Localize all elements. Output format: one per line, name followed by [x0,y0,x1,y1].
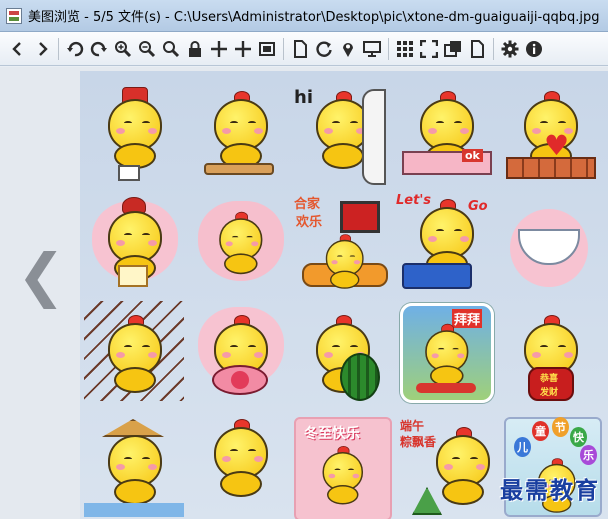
chick-figure [318,446,366,506]
balloon-label-4: 快 [570,427,587,447]
scooter-prop [416,383,476,393]
balloon-label-1: 儿 [514,437,531,457]
chick-figure [102,435,166,507]
refresh-icon[interactable] [312,36,336,62]
sticker-duanwu-chick: 端午 粽飘香 [396,413,501,519]
watermark-text: 最需教育 [500,477,600,504]
prev-arrow-icon[interactable] [6,36,30,62]
gongxi-label-2: 发财 [540,388,559,398]
toolbar-divider [58,37,59,60]
sticker-rice-bowl [500,189,605,299]
duanwu-label-1: 端午 [400,419,425,433]
chick-figure [214,211,265,276]
sign-prop [118,265,148,287]
sticker-hi-chick: hi [292,77,397,187]
baibai-label: 拜拜 [452,309,483,328]
sticker-family-chick: 合家 欢乐 [292,189,397,299]
previous-image-arrow-icon[interactable]: ❮ [17,241,66,309]
balloon-label-3: 节 [552,417,569,437]
crosshair-icon[interactable] [231,36,255,62]
sticker-sign-chick [84,189,189,299]
zoom-actual-icon[interactable] [159,36,183,62]
next-arrow-icon[interactable] [30,36,54,62]
image-viewer-window: 美图浏览 - 5/5 文件(s) - C:\Users\Administrato… [0,0,608,519]
sticker-plain-chick [190,413,295,519]
toolbar-divider [283,37,284,60]
sticker-image: hi ok ♥ 合家 欢乐 Let's Go 拜拜 恭喜 发财 冬至快乐 端午 … [80,71,608,519]
sticker-scooter-chick: 拜拜 [396,301,501,411]
cup-prop [118,165,140,181]
watermelon-prop [340,353,380,401]
new-page-icon[interactable] [288,36,312,62]
chick-figure [322,234,367,290]
book-prop [204,163,274,175]
sticker-book-chick [190,77,295,187]
chick-figure [430,427,494,507]
sticker-chef-chick [84,77,189,187]
chick-figure [420,323,471,388]
settings-gear-icon[interactable] [498,36,522,62]
fullscreen-icon[interactable] [417,36,441,62]
door-prop [362,89,386,185]
document-icon[interactable] [465,36,489,62]
thumbnail-grid-icon[interactable] [393,36,417,62]
heart-icon: ♥ [544,129,570,162]
sticker-flower-chick [190,301,295,411]
chick-figure [208,91,272,171]
image-viewport[interactable]: ❮ hi ok ♥ 合家 欢乐 Let's Go 拜拜 恭喜 发财 冬至快乐 端… [0,67,608,519]
water-prop [84,503,184,517]
sticker-rain-chick [84,301,189,411]
toolbar-divider [493,37,494,60]
title-bar[interactable]: 美图浏览 - 5/5 文件(s) - C:\Users\Administrato… [0,0,608,32]
sticker-dongzhi-chick: 冬至快乐 [292,413,397,519]
rotate-right-icon[interactable] [87,36,111,62]
balloon-label-5: 乐 [580,445,597,465]
rotate-left-icon[interactable] [63,36,87,62]
sticker-fishing-chick [84,413,189,519]
hejia-label-1: 合家 [294,197,321,212]
move-icon[interactable] [207,36,231,62]
fit-window-icon[interactable] [255,36,279,62]
sticker-heart-chick: ♥ [500,77,605,187]
ok-label: ok [462,149,483,162]
sticker-fortune-chick: 恭喜 发财 [500,301,605,411]
location-pin-icon[interactable] [336,36,360,62]
info-icon[interactable] [522,36,546,62]
zoom-in-icon[interactable] [111,36,135,62]
sticker-angel-chick [190,189,295,299]
zoom-out-icon[interactable] [135,36,159,62]
balloon-label-2: 童 [532,421,549,441]
app-icon[interactable] [6,7,22,24]
bus-prop [402,263,472,289]
sticker-ok-chick: ok [396,77,501,187]
copy-icon[interactable] [441,36,465,62]
toolbar-divider [388,37,389,60]
chick-figure [208,419,272,499]
gongxi-label-1: 恭喜 [540,374,559,384]
dongzhi-label: 冬至快乐 [304,426,360,442]
toolbar [0,32,608,66]
lets-label: Let's [396,193,432,208]
chick-figure [102,315,166,395]
tv-prop [340,201,380,233]
chick-figure [102,87,166,171]
sticker-bus-chick: Let's Go [396,189,501,299]
slideshow-icon[interactable] [360,36,384,62]
flower-bouquet-prop [212,365,268,395]
sticker-watermelon-chick [292,301,397,411]
lock-icon[interactable] [183,36,207,62]
hejia-label-2: 欢乐 [296,215,323,230]
window-title: 美图浏览 - 5/5 文件(s) - C:\Users\Administrato… [28,10,600,25]
